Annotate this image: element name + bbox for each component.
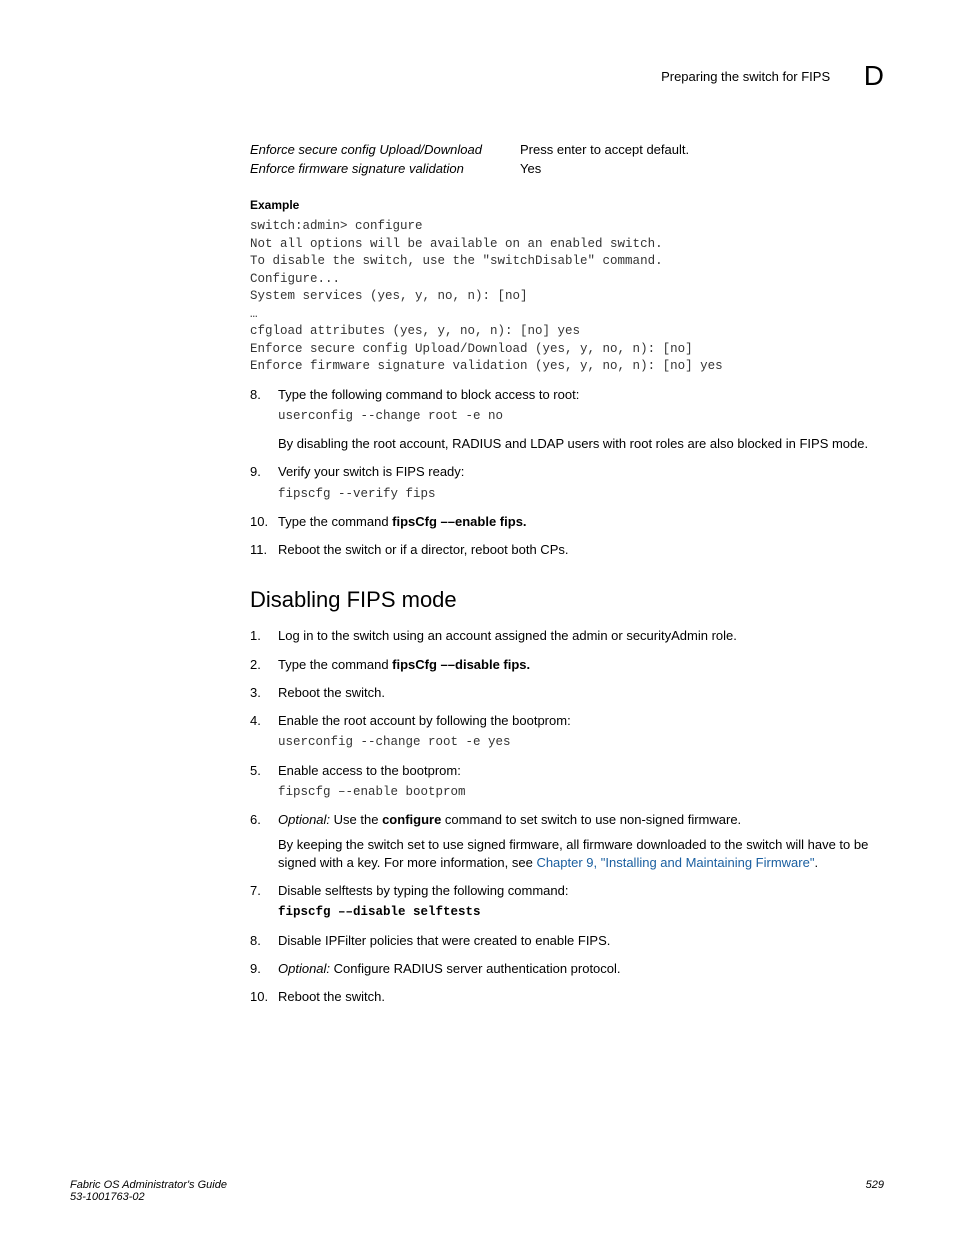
step-note: By keeping the switch set to use signed …	[278, 836, 884, 872]
step-text: Reboot the switch.	[278, 989, 385, 1004]
step-text: Type the command	[278, 514, 392, 529]
example-heading: Example	[250, 198, 884, 212]
step-code: userconfig --change root -e no	[278, 408, 884, 426]
step-5: Enable access to the bootprom: fipscfg –…	[250, 762, 884, 802]
footer-left: Fabric OS Administrator's Guide 53-10017…	[70, 1179, 227, 1203]
step-8: Disable IPFilter policies that were crea…	[250, 932, 884, 950]
step-11: Reboot the switch or if a director, rebo…	[250, 541, 884, 559]
step-text: Disable selftests by typing the followin…	[278, 883, 568, 898]
step-9: Optional: Configure RADIUS server authen…	[250, 960, 884, 978]
step-list-2: Log in to the switch using an account as…	[250, 627, 884, 1006]
step-7: Disable selftests by typing the followin…	[250, 882, 884, 922]
footer-docnum: 53-1001763-02	[70, 1191, 227, 1203]
step-text: Type the command	[278, 657, 392, 672]
step-text: Log in to the switch using an account as…	[278, 628, 737, 643]
step-code: fipscfg ––disable selftests	[278, 904, 884, 922]
step-8: Type the following command to block acce…	[250, 386, 884, 454]
option-value: Yes	[520, 161, 541, 176]
step-6: Optional: Use the configure command to s…	[250, 811, 884, 872]
step-text: Type the following command to block acce…	[278, 387, 579, 402]
header-letter: D	[864, 60, 884, 92]
step-3: Reboot the switch.	[250, 684, 884, 702]
option-value: Press enter to accept default.	[520, 142, 689, 157]
step-text: Disable IPFilter policies that were crea…	[278, 933, 610, 948]
section-heading: Disabling FIPS mode	[250, 587, 884, 613]
optional-label: Optional:	[278, 961, 330, 976]
step-text: Reboot the switch or if a director, rebo…	[278, 542, 568, 557]
example-code: switch:admin> configure Not all options …	[250, 218, 884, 376]
footer-page: 529	[866, 1179, 884, 1203]
step-10: Type the command fipsCfg ––enable fips.	[250, 513, 884, 531]
step-2: Type the command fipsCfg ––disable fips.	[250, 656, 884, 674]
page-footer: Fabric OS Administrator's Guide 53-10017…	[70, 1179, 884, 1203]
step-note: By disabling the root account, RADIUS an…	[278, 435, 884, 453]
optional-label: Optional:	[278, 812, 330, 827]
page: Preparing the switch for FIPS D Enforce …	[0, 0, 954, 1235]
header-title: Preparing the switch for FIPS	[661, 69, 830, 84]
content-area: Enforce secure config Upload/Download Pr…	[250, 142, 884, 1006]
option-row: Enforce secure config Upload/Download Pr…	[250, 142, 884, 157]
step-9: Verify your switch is FIPS ready: fipscf…	[250, 463, 884, 503]
page-header: Preparing the switch for FIPS D	[70, 60, 884, 92]
step-code: fipscfg --verify fips	[278, 486, 884, 504]
step-text: Use the	[330, 812, 382, 827]
step-list-1: Type the following command to block acce…	[250, 386, 884, 560]
option-row: Enforce firmware signature validation Ye…	[250, 161, 884, 176]
step-text: Enable access to the bootprom:	[278, 763, 461, 778]
step-command: configure	[382, 812, 441, 827]
step-code: userconfig --change root -e yes	[278, 734, 884, 752]
option-label: Enforce secure config Upload/Download	[250, 142, 520, 157]
step-text: Configure RADIUS server authentication p…	[330, 961, 620, 976]
step-text: command to set switch to use non-signed …	[441, 812, 741, 827]
step-1: Log in to the switch using an account as…	[250, 627, 884, 645]
footer-title: Fabric OS Administrator's Guide	[70, 1179, 227, 1191]
step-command: fipsCfg ––disable fips.	[392, 657, 530, 672]
step-10: Reboot the switch.	[250, 988, 884, 1006]
step-text: Verify your switch is FIPS ready:	[278, 464, 464, 479]
chapter-link[interactable]: Chapter 9, "Installing and Maintaining F…	[536, 855, 814, 870]
note-text: .	[814, 855, 818, 870]
step-code: fipscfg –-enable bootprom	[278, 784, 884, 802]
step-text: Enable the root account by following the…	[278, 713, 571, 728]
option-label: Enforce firmware signature validation	[250, 161, 520, 176]
step-4: Enable the root account by following the…	[250, 712, 884, 752]
step-text: Reboot the switch.	[278, 685, 385, 700]
step-command: fipsCfg ––enable fips.	[392, 514, 526, 529]
